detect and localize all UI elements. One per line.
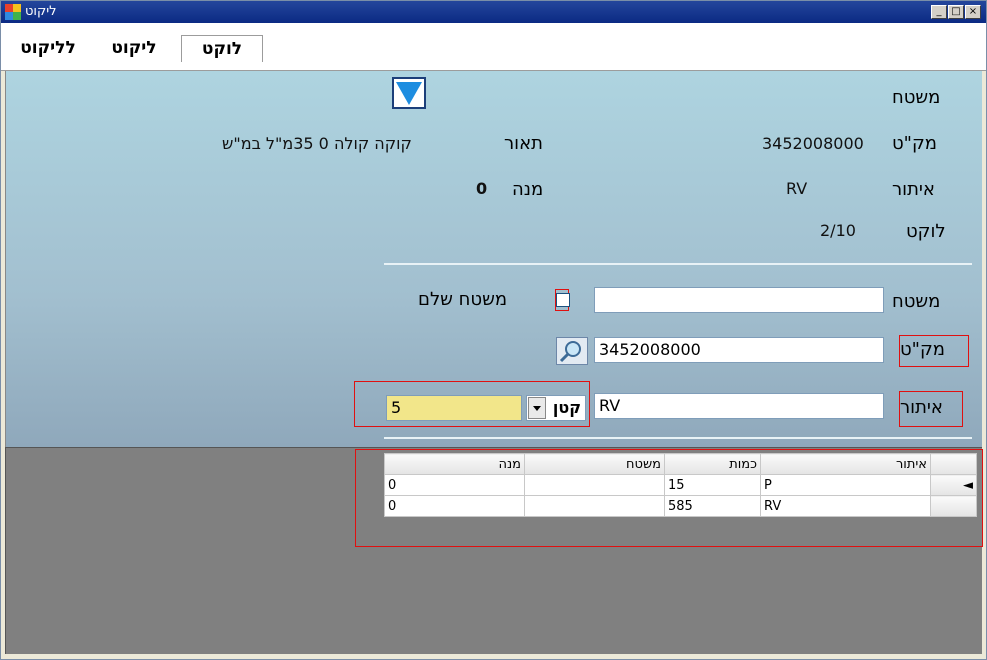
picked-value: 2/10 (820, 221, 856, 240)
tab-picking[interactable]: ליקוט (93, 35, 175, 63)
sku-label: מק"ט (892, 133, 937, 154)
cell-location[interactable]: RV (760, 495, 931, 517)
window-title: ליקוט (25, 4, 57, 19)
picking-form: משטח מק"ט 3452008000 תאור קוקה קולה 0 35… (5, 71, 982, 447)
tab-strip: לליקוט ליקוט לוקט (1, 23, 986, 71)
column-header-qty[interactable]: כמות (664, 453, 761, 475)
sku-input[interactable]: 3452008000 (594, 337, 884, 363)
tab-picked[interactable]: לוקט (181, 35, 263, 62)
quantity-input[interactable]: 5 (386, 395, 522, 421)
sku-value: 3452008000 (762, 134, 864, 153)
grid-corner (930, 453, 977, 475)
maximize-button[interactable]: □ (948, 5, 964, 19)
pallet-input-label: משטח (892, 291, 941, 312)
location-label: איתור (892, 179, 935, 200)
cell-pallet[interactable] (524, 474, 665, 496)
description-label: תאור (504, 133, 543, 154)
annotation-box-location (899, 391, 963, 427)
full-pallet-label: משטח שלם (418, 289, 508, 310)
description-value: קוקה קולה 0 35מ"ל במ"ש (222, 134, 412, 153)
chevron-down-icon[interactable] (528, 397, 546, 419)
size-select[interactable]: קטן (526, 395, 586, 421)
column-header-location[interactable]: איתור (760, 453, 931, 475)
annotation-box-sku (899, 335, 969, 367)
tab-to-pick[interactable]: לליקוט (9, 35, 87, 61)
cell-location[interactable]: P (760, 474, 931, 496)
arrow-down-icon[interactable] (392, 77, 426, 109)
title-bar: ליקוט _ □ × (1, 1, 986, 23)
column-header-portion[interactable]: מנה (384, 453, 525, 475)
cell-portion[interactable]: 0 (384, 495, 525, 517)
full-pallet-checkbox[interactable] (556, 293, 570, 307)
picked-label: לוקט (906, 221, 946, 242)
close-button[interactable]: × (965, 5, 981, 19)
pallet-input[interactable] (594, 287, 884, 313)
size-select-value: קטן (552, 398, 581, 417)
cell-pallet[interactable] (524, 495, 665, 517)
cell-portion[interactable]: 0 (384, 474, 525, 496)
portion-label: מנה (512, 179, 544, 200)
portion-value: 0 (476, 179, 488, 198)
pallet-label: משטח (892, 87, 941, 108)
grid-header-row: מנה משטח כמות איתור (384, 453, 977, 475)
separator-bottom (384, 437, 972, 439)
current-row-indicator[interactable]: ◄ (930, 474, 977, 496)
app-window: ליקוט _ □ × לליקוט ליקוט לוקט משטח מק"ט … (0, 0, 987, 660)
minimize-button[interactable]: _ (931, 5, 947, 19)
separator-top (384, 263, 972, 265)
location-input[interactable]: RV (594, 393, 884, 419)
cell-qty[interactable]: 15 (664, 474, 761, 496)
cell-qty[interactable]: 585 (664, 495, 761, 517)
table-row[interactable]: 0 15 P ◄ (384, 474, 977, 496)
table-row[interactable]: 0 585 RV (384, 495, 977, 517)
app-icon (5, 4, 21, 20)
row-header[interactable] (930, 495, 977, 517)
locations-grid: מנה משטח כמות איתור 0 15 P ◄ 0 585 RV (384, 453, 977, 517)
location-value: RV (786, 179, 808, 198)
search-icon[interactable] (556, 337, 588, 365)
column-header-pallet[interactable]: משטח (524, 453, 665, 475)
